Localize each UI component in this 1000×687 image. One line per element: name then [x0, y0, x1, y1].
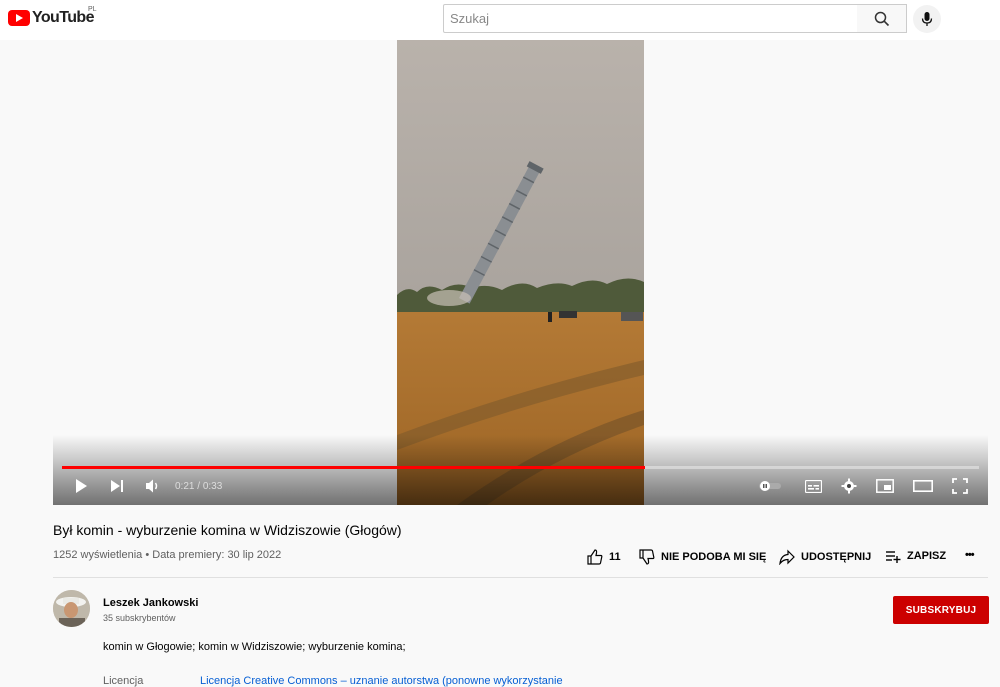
- section-divider: [53, 577, 988, 578]
- fullscreen-icon: [952, 478, 968, 494]
- dislike-button[interactable]: NIE PODOBA MI SIĘ: [639, 549, 766, 565]
- next-icon: [111, 480, 123, 492]
- share-button[interactable]: UDOSTĘPNIJ: [779, 549, 871, 565]
- search-input[interactable]: [444, 5, 857, 32]
- search-icon: [874, 11, 889, 26]
- thumbs-down-icon: [639, 549, 655, 565]
- channel-name[interactable]: Leszek Jankowski: [103, 597, 198, 609]
- premiere-date: Data premiery: 30 lip 2022: [152, 549, 282, 561]
- share-label: UDOSTĘPNIJ: [801, 551, 872, 563]
- gear-icon: [841, 478, 857, 494]
- time-total: 0:33: [202, 481, 223, 492]
- voice-search-button[interactable]: [913, 5, 941, 33]
- progress-played: [62, 466, 646, 469]
- like-count: 11: [609, 551, 621, 563]
- video-description: komin w Głogowie; komin w Widziszowie; w…: [103, 641, 406, 653]
- settings-button[interactable]: [839, 476, 859, 496]
- autoplay-toggle[interactable]: [757, 476, 783, 496]
- search-button[interactable]: [857, 4, 907, 33]
- logo-text: YouTube: [32, 9, 94, 26]
- miniplayer-button[interactable]: [875, 476, 895, 496]
- subtitles-icon: [804, 479, 822, 493]
- time-current: 0:21: [175, 481, 195, 492]
- video-title: Był komin - wyburzenie komina w Widziszo…: [53, 522, 402, 538]
- youtube-play-icon: [8, 10, 30, 26]
- thumbs-up-icon: [587, 549, 603, 565]
- progress-bar[interactable]: [62, 466, 979, 469]
- subscribe-button[interactable]: SUBSKRYBUJ: [893, 596, 989, 624]
- country-code: PL: [88, 6, 97, 13]
- license-label: Licencja: [103, 675, 144, 687]
- meta-separator: •: [142, 549, 153, 561]
- autoplay-toggle-icon: [759, 481, 781, 491]
- view-count: 1252 wyświetlenia: [53, 549, 143, 561]
- subtitles-button[interactable]: [803, 476, 823, 496]
- channel-avatar-image: [53, 590, 90, 627]
- play-icon: [76, 479, 87, 493]
- save-button[interactable]: ZAPISZ: [885, 549, 946, 563]
- share-icon: [779, 549, 795, 565]
- theater-mode-icon: [913, 480, 933, 492]
- subscriber-count: 35 subskrybentów: [103, 613, 176, 623]
- video-meta: 1252 wyświetlenia • Data premiery: 30 li…: [53, 549, 281, 561]
- volume-icon: [146, 479, 158, 493]
- like-button[interactable]: 11: [587, 549, 621, 565]
- youtube-logo[interactable]: YouTube PL: [8, 6, 97, 27]
- volume-button[interactable]: [143, 476, 163, 496]
- search-box: [443, 4, 858, 33]
- fullscreen-button[interactable]: [950, 476, 970, 496]
- theater-mode-button[interactable]: [912, 476, 934, 496]
- next-button[interactable]: [107, 476, 127, 496]
- time-separator: /: [194, 481, 203, 492]
- playlist-add-icon: [886, 551, 901, 563]
- play-button[interactable]: [71, 476, 91, 496]
- avatar[interactable]: [53, 590, 90, 627]
- license-link[interactable]: Licencja Creative Commons – uznanie auto…: [200, 675, 563, 687]
- time-display: 0:21 / 0:33: [175, 481, 222, 492]
- video-player[interactable]: 0:21 / 0:33: [53, 40, 988, 505]
- dislike-label: NIE PODOBA MI SIĘ: [661, 551, 767, 563]
- miniplayer-icon: [876, 479, 894, 493]
- more-icon: •••: [965, 549, 975, 561]
- top-bar: YouTube PL: [0, 0, 1000, 40]
- microphone-icon: [921, 12, 933, 26]
- save-label: ZAPISZ: [907, 550, 947, 562]
- more-actions-button[interactable]: •••: [965, 549, 975, 561]
